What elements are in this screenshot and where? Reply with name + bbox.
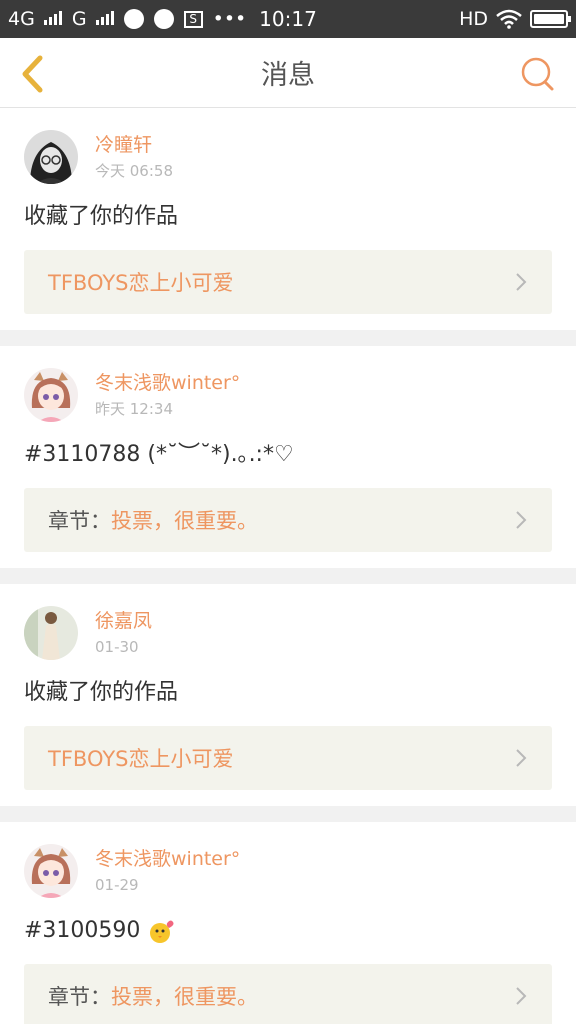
timestamp: 01-29 bbox=[95, 876, 139, 894]
page-title: 消息 bbox=[261, 60, 315, 91]
status-bar: 4G G S ••• 10:17 HD bbox=[0, 0, 576, 38]
hd-indicator: HD bbox=[459, 8, 488, 30]
message-card: 冷瞳轩 今天 06:58 收藏了你的作品 TFBOYS恋上小可爱 bbox=[0, 108, 576, 330]
chevron-right-icon bbox=[516, 749, 527, 767]
browser-icon bbox=[153, 9, 174, 29]
signal-icon bbox=[95, 11, 114, 25]
message-text: 收藏了你的作品 bbox=[24, 204, 179, 229]
message-list: 冷瞳轩 今天 06:58 收藏了你的作品 TFBOYS恋上小可爱 冬末浅歌win… bbox=[0, 108, 576, 1024]
timestamp: 今天 06:58 bbox=[95, 162, 173, 180]
link-title: TFBOYS恋上小可爱 bbox=[48, 747, 234, 771]
link-title: 投票，很重要。 bbox=[111, 985, 258, 1009]
timestamp: 昨天 12:34 bbox=[95, 400, 173, 418]
message-header: 冷瞳轩 今天 06:58 bbox=[24, 130, 552, 184]
chevron-right-icon bbox=[516, 511, 527, 529]
avatar[interactable] bbox=[24, 844, 78, 898]
chapter-link[interactable]: 章节： 投票，很重要。 bbox=[24, 488, 552, 552]
status-left: 4G G S ••• bbox=[8, 8, 246, 30]
signal-icon bbox=[43, 11, 62, 25]
message-content: 收藏了你的作品 bbox=[24, 678, 552, 708]
chick-emoji-icon bbox=[150, 920, 174, 943]
link-title: 投票，很重要。 bbox=[111, 509, 258, 533]
message-header: 冬末浅歌winter° 昨天 12:34 bbox=[24, 368, 552, 422]
search-icon[interactable] bbox=[520, 56, 556, 92]
message-content: #3110788 (*˘︶˘*).｡.:*♡ bbox=[24, 440, 552, 470]
avatar[interactable] bbox=[24, 130, 78, 184]
timestamp: 01-30 bbox=[95, 638, 139, 656]
status-right: HD bbox=[459, 8, 571, 30]
message-text: #3110788 (*˘︶˘*).｡.:*♡ bbox=[24, 442, 294, 467]
more-notifications-icon: ••• bbox=[212, 8, 247, 30]
message-header: 冬末浅歌winter° 01-29 bbox=[24, 844, 552, 898]
battery-level bbox=[534, 14, 564, 24]
username[interactable]: 徐嘉凤 bbox=[95, 610, 152, 632]
wifi-icon bbox=[496, 9, 522, 29]
chapter-link[interactable]: 章节： 投票，很重要。 bbox=[24, 964, 552, 1024]
message-card: 徐嘉凤 01-30 收藏了你的作品 TFBOYS恋上小可爱 bbox=[0, 584, 576, 806]
message-content: 收藏了你的作品 bbox=[24, 202, 552, 232]
message-meta: 徐嘉凤 01-30 bbox=[95, 606, 152, 656]
battery-icon bbox=[530, 10, 571, 28]
message-header: 徐嘉凤 01-30 bbox=[24, 606, 552, 660]
message-text: 收藏了你的作品 bbox=[24, 680, 179, 705]
work-link[interactable]: TFBOYS恋上小可爱 bbox=[24, 250, 552, 314]
message-meta: 冬末浅歌winter° 昨天 12:34 bbox=[95, 368, 240, 418]
message-meta: 冷瞳轩 今天 06:58 bbox=[95, 130, 173, 180]
s-app-icon: S bbox=[183, 10, 203, 28]
username[interactable]: 冬末浅歌winter° bbox=[95, 848, 240, 870]
username[interactable]: 冷瞳轩 bbox=[95, 134, 173, 156]
message-card: 冬末浅歌winter° 昨天 12:34 #3110788 (*˘︶˘*).｡.… bbox=[0, 346, 576, 568]
link-prefix: 章节： bbox=[48, 985, 111, 1009]
username[interactable]: 冬末浅歌winter° bbox=[95, 372, 240, 394]
network-g: G bbox=[72, 8, 114, 30]
message-card: 冬末浅歌winter° 01-29 #3100590 章节： 投票，很重要。 bbox=[0, 822, 576, 1024]
work-link[interactable]: TFBOYS恋上小可爱 bbox=[24, 726, 552, 790]
nav-bar: 消息 bbox=[0, 38, 576, 108]
link-title: TFBOYS恋上小可爱 bbox=[48, 271, 234, 295]
message-content: #3100590 bbox=[24, 916, 552, 946]
message-text: #3100590 bbox=[24, 918, 141, 943]
chevron-right-icon bbox=[516, 273, 527, 291]
back-icon[interactable] bbox=[16, 54, 52, 94]
chevron-right-icon bbox=[516, 987, 527, 1005]
link-prefix: 章节： bbox=[48, 509, 111, 533]
avatar[interactable] bbox=[24, 606, 78, 660]
wechat-icon bbox=[123, 9, 144, 29]
avatar[interactable] bbox=[24, 368, 78, 422]
message-meta: 冬末浅歌winter° 01-29 bbox=[95, 844, 240, 894]
network-4g: 4G bbox=[8, 8, 62, 30]
